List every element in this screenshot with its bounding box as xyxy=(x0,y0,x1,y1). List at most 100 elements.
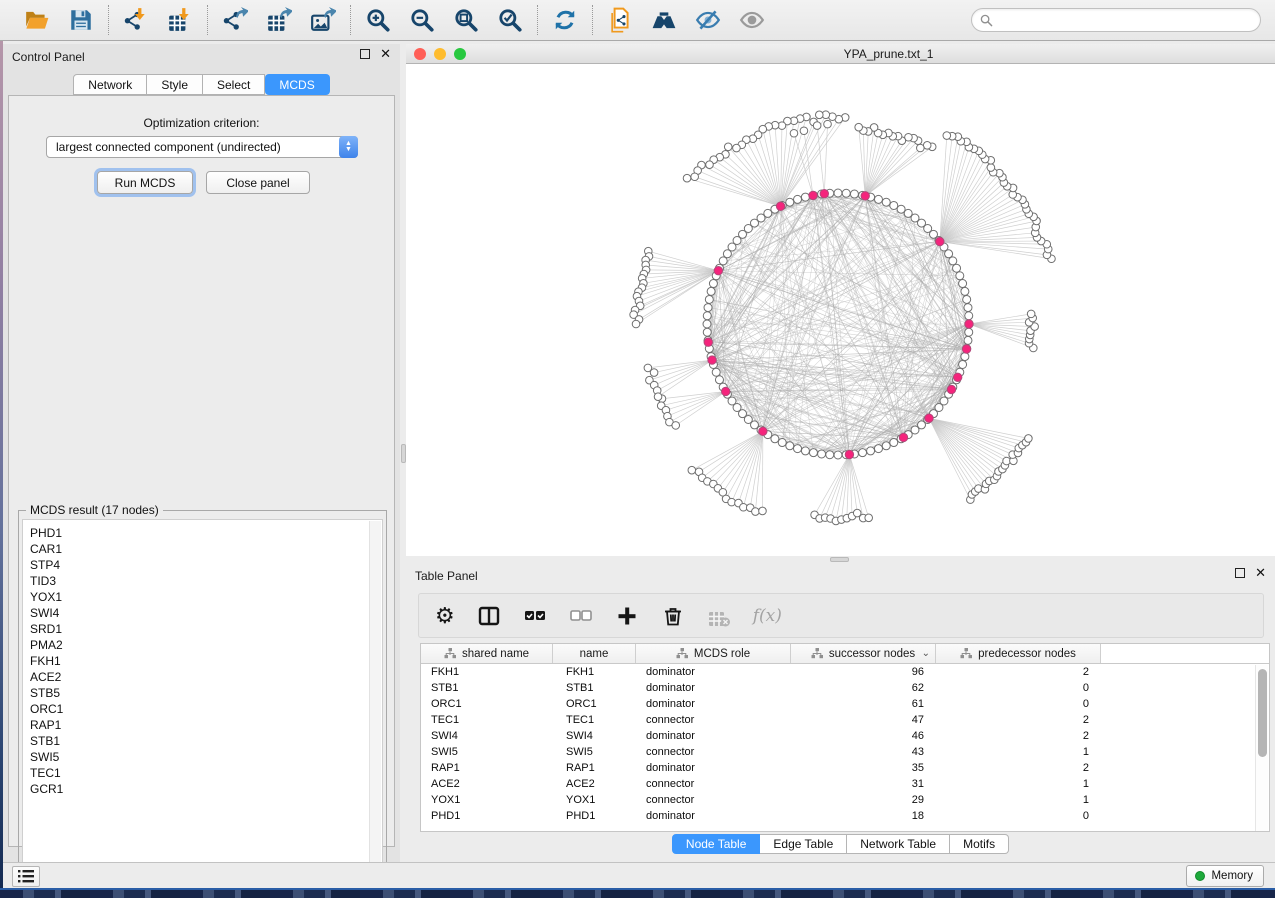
zoom-selected-button[interactable] xyxy=(495,5,525,35)
network-graph[interactable] xyxy=(406,65,1275,556)
cell-shared-name: YOX1 xyxy=(421,794,553,806)
zoom-out-button[interactable] xyxy=(407,5,437,35)
function-builder-button: f(x) xyxy=(753,601,782,631)
save-session-button[interactable] xyxy=(66,5,96,35)
tab-node-table[interactable]: Node Table xyxy=(672,834,761,854)
float-icon[interactable] xyxy=(1235,568,1245,578)
mcds-result-list[interactable]: PHD1CAR1STP4TID3YOX1SWI4SRD1PMA2FKH1ACE2… xyxy=(22,519,383,878)
mcds-result-node[interactable]: ACE2 xyxy=(30,669,382,685)
cell-predecessor-nodes: 2 xyxy=(936,762,1101,774)
refresh-network-button[interactable] xyxy=(550,5,580,35)
splitter-handle[interactable] xyxy=(401,444,406,463)
cell-shared-name: STB1 xyxy=(421,682,553,694)
table-row[interactable]: RAP1RAP1dominator352 xyxy=(421,760,1269,776)
add-row-button[interactable] xyxy=(615,601,639,631)
list-icon xyxy=(18,870,34,883)
open-session-button[interactable] xyxy=(22,5,52,35)
zoom-fit-button[interactable] xyxy=(451,5,481,35)
tab-edge-table[interactable]: Edge Table xyxy=(760,834,847,854)
mcds-result-node[interactable]: FKH1 xyxy=(30,653,382,669)
table-row[interactable]: ORC1ORC1dominator610 xyxy=(421,696,1269,712)
import-network-button[interactable] xyxy=(121,5,151,35)
mcds-result-node[interactable]: TID3 xyxy=(30,573,382,589)
mcds-result-node[interactable]: PMA2 xyxy=(30,637,382,653)
mcds-result-node[interactable]: STB1 xyxy=(30,733,382,749)
export-network-icon xyxy=(222,7,248,33)
mcds-result-node[interactable]: CAR1 xyxy=(30,541,382,557)
scrollbar-thumb[interactable] xyxy=(1258,669,1267,757)
cell-name: ORC1 xyxy=(553,698,636,710)
export-image-button[interactable] xyxy=(308,5,338,35)
mcds-result-node[interactable]: STB5 xyxy=(30,685,382,701)
select-all-button[interactable] xyxy=(523,601,547,631)
close-panel-button[interactable]: Close panel xyxy=(206,171,310,194)
window-maximize-icon[interactable] xyxy=(454,48,466,60)
horizontal-splitter[interactable] xyxy=(406,556,1275,563)
splitter-handle[interactable] xyxy=(830,557,849,562)
table-scrollbar[interactable] xyxy=(1255,665,1268,831)
mcds-result-node[interactable]: RAP1 xyxy=(30,717,382,733)
mcds-list-scrollbar[interactable] xyxy=(369,521,381,878)
table-row[interactable]: SWI5SWI5connector431 xyxy=(421,744,1269,760)
import-table-button[interactable] xyxy=(165,5,195,35)
column-header-name[interactable]: name xyxy=(553,644,636,663)
table-row[interactable]: SWI4SWI4dominator462 xyxy=(421,728,1269,744)
close-icon[interactable]: ✕ xyxy=(380,49,391,59)
table-row[interactable]: YOX1YOX1connector291 xyxy=(421,792,1269,808)
settings-button[interactable]: ⚙ xyxy=(435,601,455,631)
delete-row-button[interactable] xyxy=(661,601,685,631)
network-window-titlebar[interactable]: YPA_prune.txt_1 xyxy=(406,44,1275,64)
tab-mcds[interactable]: MCDS xyxy=(265,74,329,95)
node-table[interactable]: shared namenameMCDS rolesuccessor nodes⌄… xyxy=(420,643,1270,832)
table-row[interactable]: TEC1TEC1connector472 xyxy=(421,712,1269,728)
cell-mcds-role: connector xyxy=(636,794,791,806)
cell-mcds-role: connector xyxy=(636,746,791,758)
show-all-button[interactable] xyxy=(737,5,767,35)
cell-predecessor-nodes: 1 xyxy=(936,778,1101,790)
close-icon[interactable]: ✕ xyxy=(1255,568,1266,578)
new-network-from-selection-button[interactable] xyxy=(605,5,635,35)
search-box[interactable] xyxy=(971,8,1261,32)
hide-selected-button[interactable] xyxy=(693,5,723,35)
mcds-result-node[interactable]: SWI4 xyxy=(30,605,382,621)
window-close-icon[interactable] xyxy=(414,48,426,60)
column-header-MCDS-role[interactable]: MCDS role xyxy=(636,644,791,663)
table-row[interactable]: STB1STB1dominator620 xyxy=(421,680,1269,696)
mcds-result-node[interactable]: TEC1 xyxy=(30,765,382,781)
float-icon[interactable] xyxy=(360,49,370,59)
mcds-result-node[interactable]: YOX1 xyxy=(30,589,382,605)
cell-shared-name: RAP1 xyxy=(421,762,553,774)
tab-motifs[interactable]: Motifs xyxy=(950,834,1009,854)
column-header-shared-name[interactable]: shared name xyxy=(421,644,553,663)
network-canvas[interactable] xyxy=(406,65,1275,556)
optimization-criterion-select[interactable]: largest connected component (undirected)… xyxy=(46,136,358,158)
mcds-result-node[interactable]: ORC1 xyxy=(30,701,382,717)
search-input[interactable] xyxy=(998,13,1252,27)
tab-network-table[interactable]: Network Table xyxy=(847,834,950,854)
mcds-result-node[interactable]: PHD1 xyxy=(30,525,382,541)
log-console-button[interactable] xyxy=(12,866,40,887)
tab-network[interactable]: Network xyxy=(73,74,147,95)
mcds-result-node[interactable]: STP4 xyxy=(30,557,382,573)
mcds-tab-content: Optimization criterion: largest connecte… xyxy=(8,95,395,847)
window-minimize-icon[interactable] xyxy=(434,48,446,60)
export-network-button[interactable] xyxy=(220,5,250,35)
table-row[interactable]: FKH1FKH1dominator962 xyxy=(421,664,1269,680)
column-header-successor-nodes[interactable]: successor nodes⌄ xyxy=(791,644,936,663)
export-table-button[interactable] xyxy=(264,5,294,35)
mcds-result-node[interactable]: SRD1 xyxy=(30,621,382,637)
column-header-predecessor-nodes[interactable]: predecessor nodes xyxy=(936,644,1101,663)
memory-button[interactable]: Memory xyxy=(1186,865,1264,887)
table-row[interactable]: ACE2ACE2connector311 xyxy=(421,776,1269,792)
import-table-icon xyxy=(167,7,193,33)
show-columns-button[interactable] xyxy=(477,601,501,631)
mcds-result-node[interactable]: GCR1 xyxy=(30,781,382,797)
find-neighbors-button[interactable] xyxy=(649,5,679,35)
mcds-result-node[interactable]: SWI5 xyxy=(30,749,382,765)
deselect-all-button[interactable] xyxy=(569,601,593,631)
tab-style[interactable]: Style xyxy=(147,74,203,95)
table-row[interactable]: PHD1PHD1dominator180 xyxy=(421,808,1269,824)
run-mcds-button[interactable]: Run MCDS xyxy=(97,171,193,194)
zoom-in-button[interactable] xyxy=(363,5,393,35)
tab-select[interactable]: Select xyxy=(203,74,265,95)
